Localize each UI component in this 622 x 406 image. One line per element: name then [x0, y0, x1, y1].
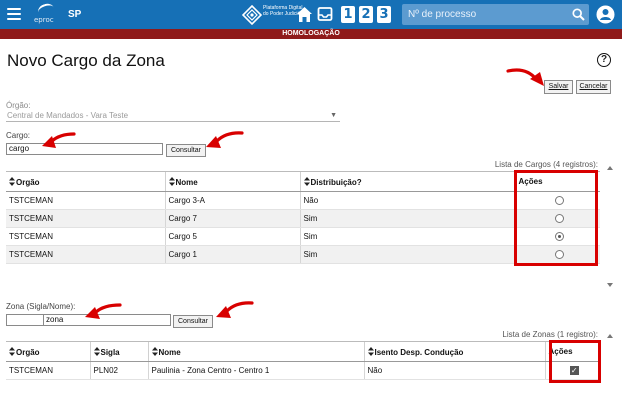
scroll-down-icon[interactable]	[607, 283, 613, 287]
table-row[interactable]: TSTCEMAN Cargo 1 Sim	[6, 245, 600, 264]
annotation-arrow-icon	[216, 301, 254, 318]
save-button[interactable]: Salvar	[544, 80, 573, 94]
zonas-caption: Lista de Zonas (1 registro):	[502, 330, 598, 339]
sort-icon	[151, 346, 158, 356]
table-row[interactable]: TSTCEMAN Cargo 5 Sim	[6, 227, 600, 246]
column-orgao[interactable]: Orgão	[6, 171, 165, 192]
process-search	[402, 4, 589, 25]
cell-nome: Cargo 7	[164, 209, 300, 228]
table-row[interactable]: TSTCEMAN Cargo 3-A Não	[6, 191, 600, 210]
cell-nome: Cargo 1	[164, 245, 300, 264]
table-row[interactable]: TSTCEMAN Cargo 7 Sim	[6, 209, 600, 228]
top-bar: eproc SP Plataforma Digital do Poder Jud…	[0, 0, 622, 29]
cell-nome: Paulinia - Zona Centro - Centro 1	[147, 361, 364, 380]
sort-icon	[168, 176, 175, 186]
platform-logo-icon	[242, 5, 262, 25]
cell-orgao: TSTCEMAN	[6, 191, 165, 210]
column-isento[interactable]: Isento Desp. Condução	[363, 341, 545, 362]
cell-isento: Não	[363, 361, 545, 380]
sort-icon	[9, 176, 15, 186]
zonas-table: Orgão Sigla Nome Isento Desp. Condução A…	[6, 341, 600, 380]
consultar-zona-button[interactable]: Consultar	[173, 315, 213, 328]
cell-nome: Cargo 5	[164, 227, 300, 246]
scroll-up-icon[interactable]	[607, 334, 613, 338]
cell-orgao: TSTCEMAN	[6, 245, 165, 264]
cell-distribuicao: Sim	[299, 245, 515, 264]
column-distribuicao[interactable]: Distribuição?	[299, 171, 515, 192]
cancel-button[interactable]: Cancelar	[576, 80, 611, 94]
column-nome[interactable]: Nome	[147, 341, 364, 362]
state-label: SP	[68, 9, 82, 20]
page-title: Novo Cargo da Zona	[7, 51, 165, 70]
scroll-up-icon[interactable]	[607, 166, 613, 170]
eproc-logo[interactable]: eproc	[34, 1, 60, 26]
cell-distribuicao: Não	[299, 191, 515, 210]
table-header-row: Orgão Sigla Nome Isento Desp. Condução A…	[6, 341, 600, 362]
annotation-arrow-icon	[506, 68, 544, 86]
table-row[interactable]: TSTCEMAN PLN02 Paulinia - Zona Centro - …	[6, 361, 600, 380]
column-sigla[interactable]: Sigla	[89, 341, 148, 362]
search-icon[interactable]	[572, 8, 585, 21]
cell-orgao: TSTCEMAN	[6, 361, 90, 380]
cell-sigla: PLN02	[89, 361, 148, 380]
cargos-caption: Lista de Cargos (4 registros):	[494, 160, 598, 169]
table-header-row: Orgão Nome Distribuição? Ações	[6, 171, 600, 192]
sort-icon	[303, 176, 310, 186]
environment-banner: HOMOLOGAÇÃO	[0, 29, 622, 39]
menu-icon[interactable]	[7, 8, 21, 20]
sort-icon	[9, 346, 15, 356]
column-orgao[interactable]: Orgão	[6, 341, 90, 362]
zona-sigla-input[interactable]	[6, 314, 44, 326]
cell-orgao: TSTCEMAN	[6, 227, 165, 246]
annotation-arrow-icon	[206, 131, 244, 148]
consultar-cargo-button[interactable]: Consultar	[166, 144, 206, 157]
annotation-frame-cargos-acoes	[514, 170, 598, 266]
cell-orgao: TSTCEMAN	[6, 209, 165, 228]
orgao-value: Central de Mandados - Vara Teste	[7, 111, 129, 120]
quick-button-3[interactable]: 3	[377, 6, 391, 23]
home-icon[interactable]	[296, 6, 313, 23]
orgao-select[interactable]: Central de Mandados - Vara Teste ▼	[6, 110, 340, 122]
chevron-down-icon: ▼	[330, 112, 337, 119]
cell-nome: Cargo 3-A	[164, 191, 300, 210]
cargo-input[interactable]: cargo	[6, 143, 163, 155]
zona-label: Zona (Sigla/Nome):	[6, 302, 76, 311]
process-number-input[interactable]	[402, 4, 567, 25]
user-icon[interactable]	[596, 5, 615, 24]
column-nome[interactable]: Nome	[164, 171, 300, 192]
orgao-label: Órgão:	[6, 101, 31, 110]
annotation-frame-zonas-acoes	[549, 340, 601, 383]
inbox-icon[interactable]	[317, 6, 333, 22]
annotation-arrow-icon	[42, 132, 76, 148]
cargo-label: Cargo:	[6, 131, 31, 140]
cell-distribuicao: Sim	[299, 227, 515, 246]
sort-icon	[367, 346, 374, 356]
quick-button-1[interactable]: 1	[341, 6, 355, 23]
quick-button-2[interactable]: 2	[359, 6, 373, 23]
annotation-arrow-icon	[85, 303, 122, 319]
help-icon[interactable]: ?	[597, 53, 611, 67]
sort-icon	[93, 346, 100, 356]
cell-distribuicao: Sim	[299, 209, 515, 228]
cargos-table: Orgão Nome Distribuição? Ações TSTCEMAN …	[6, 171, 600, 264]
